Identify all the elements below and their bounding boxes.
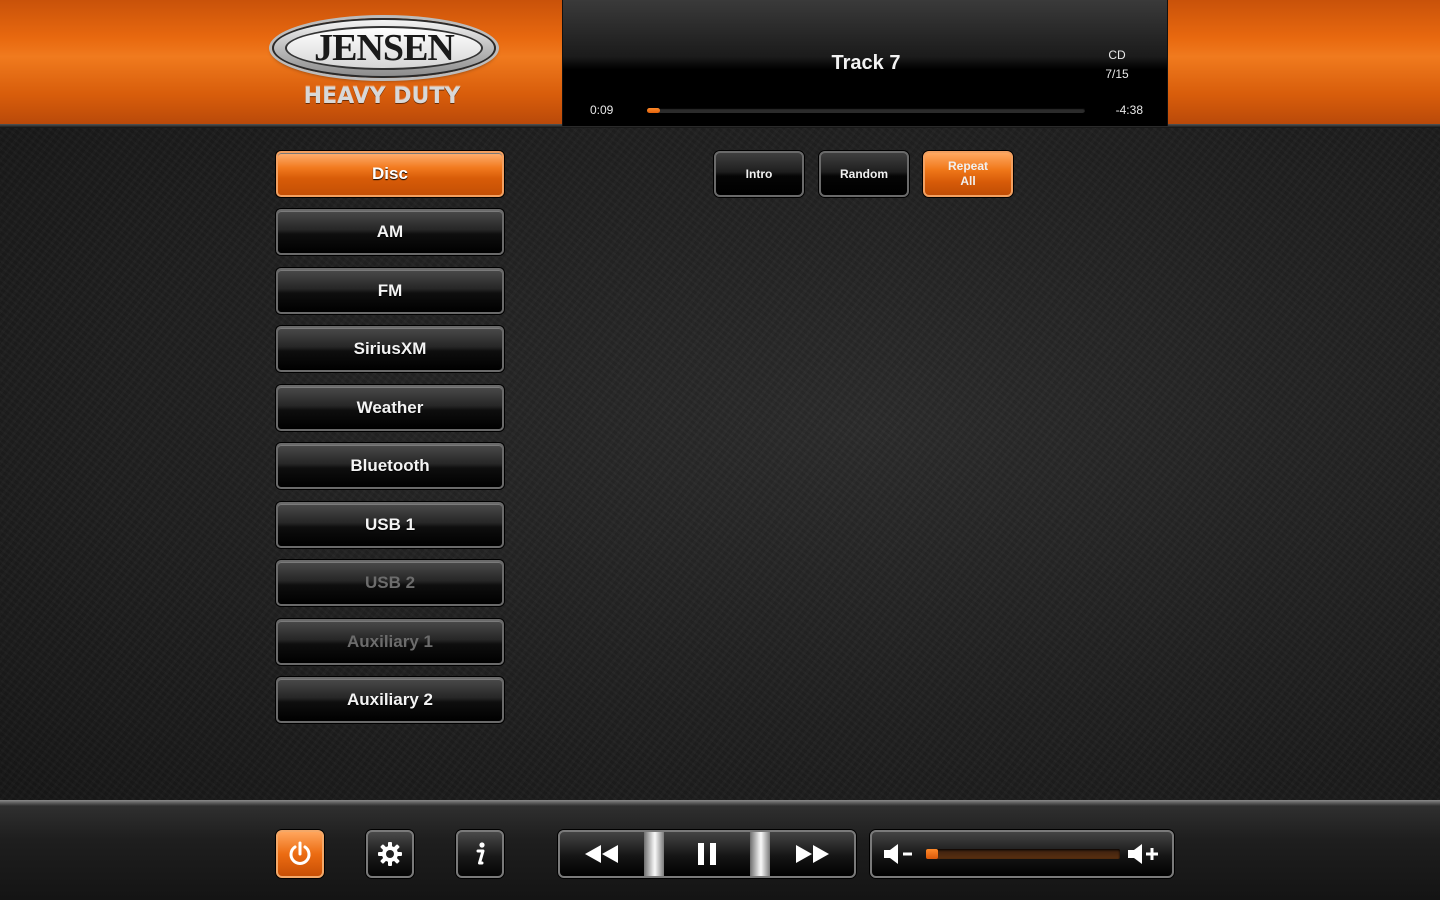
intro-button[interactable]: Intro [714,151,804,197]
volume-up-icon [1128,844,1158,864]
intro-button-label: Intro [745,166,773,181]
source-button-usb-1[interactable]: USB 1 [276,502,504,548]
track-progress-fill [647,108,661,113]
power-button[interactable] [276,830,324,878]
source-button-label: Auxiliary 1 [347,632,433,651]
brand-logo-text: JENSEN [285,26,483,70]
source-button-label: USB 2 [364,573,416,592]
volume-down-icon [884,844,912,864]
info-button[interactable] [456,830,504,878]
power-icon [289,841,311,865]
header-right-panel [1168,0,1440,126]
source-button-label: Disc [372,164,408,183]
pause-button[interactable] [664,832,750,876]
volume-down-button[interactable] [880,840,920,868]
source-button-label: Weather [356,398,424,417]
source-button-label: USB 1 [364,515,416,534]
source-button-label: FM [377,281,403,300]
source-button-disc[interactable]: Disc [276,151,504,197]
repeat-all-button[interactable]: Repeat All [923,151,1013,197]
brand-subtitle: HEAVY DUTY [303,84,461,109]
random-button[interactable]: Random [819,151,909,197]
transport-divider [644,832,664,876]
rewind-icon [585,845,618,863]
volume-level-fill [926,849,938,859]
transport-controls [558,830,856,878]
track-title: Track 7 [831,52,901,74]
now-playing-panel: Track 7 CD 7/15 0:09 -4:38 [562,0,1168,126]
volume-up-button[interactable] [1124,840,1164,868]
source-button-label: Bluetooth [350,456,430,475]
source-button-usb-2[interactable]: USB 2 [276,560,504,606]
volume-control [870,830,1174,878]
source-button-auxiliary-2[interactable]: Auxiliary 2 [276,677,504,723]
source-button-auxiliary-1[interactable]: Auxiliary 1 [276,619,504,665]
repeat-label-line1: Repeat [947,159,988,173]
repeat-label-line2: All [960,174,976,188]
source-button-am[interactable]: AM [276,209,504,255]
fast-forward-icon [796,845,829,863]
transport-divider [750,832,770,876]
source-button-weather[interactable]: Weather [276,385,504,431]
source-button-siriusxm[interactable]: SiriusXM [276,326,504,372]
volume-slider[interactable] [926,849,1120,859]
source-button-label: AM [376,222,404,241]
source-button-fm[interactable]: FM [276,268,504,314]
track-position: 7/15 [1105,67,1129,81]
source-button-label: SiriusXM [353,339,427,358]
source-type: CD [1108,48,1126,62]
brand-logo: JENSEN [272,18,496,78]
random-button-label: Random [840,166,888,181]
gear-icon [378,842,402,866]
repeat-button-label: Repeat All [948,159,988,189]
source-button-label: Auxiliary 2 [347,690,433,709]
pause-icon [698,843,716,865]
track-progress-bar[interactable] [647,108,1085,113]
leather-background [0,126,1440,800]
time-elapsed: 0:09 [590,103,614,117]
fast-forward-button[interactable] [770,832,854,876]
info-icon [476,842,485,865]
rewind-button[interactable] [560,832,644,876]
source-button-bluetooth[interactable]: Bluetooth [276,443,504,489]
time-remaining: -4:38 [1115,103,1143,117]
source-info: CD 7/15 [1097,46,1137,84]
settings-button[interactable] [366,830,414,878]
